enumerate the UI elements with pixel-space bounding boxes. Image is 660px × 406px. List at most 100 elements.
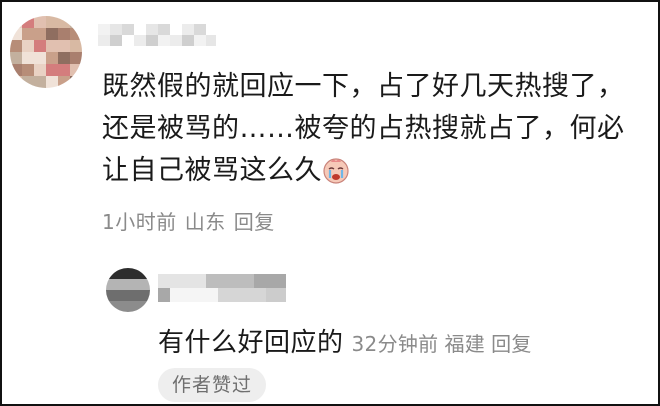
mosaic-tile xyxy=(128,301,139,312)
mosaic-tile xyxy=(22,76,34,88)
mosaic-tile xyxy=(34,52,46,64)
mosaic-tile xyxy=(106,290,117,301)
mosaic-tile xyxy=(158,24,170,35)
reply-text: 有什么好回应的 xyxy=(158,328,344,358)
mosaic-tile xyxy=(266,288,278,302)
mosaic-tile xyxy=(146,24,158,35)
mosaic-tile xyxy=(128,290,139,301)
mosaic-tile xyxy=(117,290,128,301)
mosaic-tile xyxy=(58,64,70,76)
mosaic-tile xyxy=(70,76,82,88)
mosaic-tile xyxy=(218,274,230,288)
comment-text: 既然假的就回应一下，占了好几天热搜了，还是被骂的……被夸的占热搜就占了，何必让自… xyxy=(102,71,625,186)
mosaic-tile xyxy=(70,40,82,52)
crying-face-icon xyxy=(323,158,349,184)
mosaic-tile xyxy=(22,16,34,28)
mosaic-tile xyxy=(139,268,150,279)
reply-location: 福建 xyxy=(444,332,486,356)
mosaic-tile xyxy=(170,35,182,46)
mosaic-tile xyxy=(22,28,34,40)
mosaic-tile xyxy=(46,52,58,64)
reply-reply-button[interactable]: 回复 xyxy=(491,332,532,356)
mosaic-tile xyxy=(182,274,194,288)
mosaic-tile xyxy=(117,279,128,290)
mosaic-tile xyxy=(182,288,194,302)
replier-avatar[interactable] xyxy=(106,268,150,312)
mosaic-tile xyxy=(242,274,254,288)
mosaic-tile xyxy=(182,35,194,46)
mosaic-tile xyxy=(254,274,266,288)
mosaic-tile xyxy=(170,288,182,302)
comment-time: 1小时前 xyxy=(102,210,177,234)
mosaic-tile xyxy=(122,35,134,46)
mosaic-tile xyxy=(128,279,139,290)
mosaic-tile xyxy=(70,52,82,64)
mosaic-tile xyxy=(46,76,58,88)
mosaic-tile xyxy=(117,301,128,312)
commenter-name-blurred[interactable] xyxy=(98,24,216,46)
mosaic-tile xyxy=(128,268,139,279)
mosaic-tile xyxy=(34,64,46,76)
mosaic-tile xyxy=(34,76,46,88)
mosaic-tile xyxy=(58,28,70,40)
mosaic-tile xyxy=(278,274,286,288)
reply-meta: 32分钟前 福建 回复 xyxy=(352,332,538,356)
replier-name-blurred[interactable] xyxy=(158,274,286,302)
mosaic-tile xyxy=(230,288,242,302)
mosaic-tile xyxy=(22,52,34,64)
mosaic-tile xyxy=(70,16,82,28)
reply-time: 32分钟前 xyxy=(351,332,439,356)
mosaic-tile xyxy=(10,52,22,64)
mosaic-tile xyxy=(34,16,46,28)
author-liked-badge: 作者赞过 xyxy=(158,368,267,402)
mosaic-tile xyxy=(34,28,46,40)
mosaic-tile xyxy=(146,35,158,46)
mosaic-tile xyxy=(278,288,286,302)
mosaic-tile xyxy=(170,274,182,288)
mosaic-tile xyxy=(98,24,110,35)
mosaic-tile xyxy=(10,76,22,88)
mosaic-tile xyxy=(230,274,242,288)
mosaic-tile xyxy=(106,279,117,290)
mosaic-tile xyxy=(158,274,170,288)
mosaic-tile xyxy=(266,274,278,288)
mosaic-tile xyxy=(194,35,206,46)
mosaic-tile xyxy=(10,64,22,76)
comment-body: 既然假的就回应一下，占了好几天热搜了，还是被骂的……被夸的占热搜就占了，何必让自… xyxy=(102,66,642,192)
mosaic-tile xyxy=(158,35,170,46)
mosaic-tile xyxy=(70,28,82,40)
mosaic-tile xyxy=(46,16,58,28)
mosaic-tile xyxy=(70,64,82,76)
mosaic-tile xyxy=(58,40,70,52)
mosaic-tile xyxy=(106,301,117,312)
mosaic-tile xyxy=(242,288,254,302)
mosaic-tile xyxy=(134,24,146,35)
comment-reply-button[interactable]: 回复 xyxy=(234,210,275,234)
mosaic-tile xyxy=(218,288,230,302)
mosaic-tile xyxy=(158,288,170,302)
mosaic-tile xyxy=(122,24,134,35)
mosaic-tile xyxy=(110,35,122,46)
mosaic-tile xyxy=(58,52,70,64)
mosaic-tile xyxy=(139,301,150,312)
mosaic-tile xyxy=(10,28,22,40)
commenter-avatar[interactable] xyxy=(10,16,82,88)
mosaic-tile xyxy=(58,76,70,88)
mosaic-tile xyxy=(182,24,194,35)
mosaic-tile xyxy=(46,40,58,52)
mosaic-tile xyxy=(22,64,34,76)
comment-card: 既然假的就回应一下，占了好几天热搜了，还是被骂的……被夸的占热搜就占了，何必让自… xyxy=(0,0,660,406)
mosaic-tile xyxy=(10,16,22,28)
mosaic-tile xyxy=(58,16,70,28)
mosaic-tile xyxy=(254,288,266,302)
mosaic-tile xyxy=(10,40,22,52)
mosaic-tile xyxy=(46,28,58,40)
reply-row: 有什么好回应的 32分钟前 福建 回复 xyxy=(158,322,538,359)
mosaic-tile xyxy=(206,288,218,302)
mosaic-tile xyxy=(46,64,58,76)
mosaic-tile xyxy=(206,24,216,35)
mosaic-tile xyxy=(106,268,117,279)
mosaic-tile xyxy=(194,288,206,302)
mosaic-tile xyxy=(194,24,206,35)
mosaic-tile xyxy=(117,268,128,279)
